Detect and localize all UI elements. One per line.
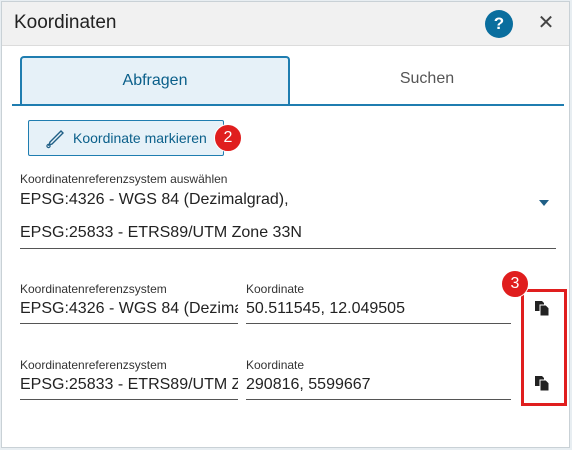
help-icon[interactable]: ? [485, 10, 513, 38]
close-icon[interactable]: ✕ [534, 11, 558, 35]
crs-select-label: Koordinatenreferenzsystem auswählen [20, 172, 228, 186]
row1-coord-label: Koordinate [246, 282, 305, 296]
crs-select[interactable]: EPSG:4326 - WGS 84 (Dezimalgrad), EPSG:2… [20, 187, 556, 249]
tab-bar: Abfragen Suchen [12, 56, 564, 106]
dialog-title: Koordinaten [14, 12, 117, 33]
row2-coord-field[interactable]: 290816, 5599667 [246, 374, 511, 400]
copy-buttons-highlight [521, 289, 567, 406]
tab-abfragen[interactable]: Abfragen [20, 56, 290, 104]
mark-coordinate-button[interactable]: Koordinate markieren [28, 120, 224, 156]
row1-coord-field[interactable]: 50.511545, 12.049505 [246, 298, 511, 324]
dropdown-arrow-icon[interactable] [539, 200, 549, 206]
crs-select-value-2: EPSG:25833 - ETRS89/UTM Zone 33N [20, 224, 302, 241]
pencil-icon [46, 130, 64, 149]
row2-coord-label: Koordinate [246, 358, 305, 372]
mark-coordinate-label: Koordinate markieren [73, 130, 207, 146]
row2-crs-field[interactable]: EPSG:25833 - ETRS89/UTM Zone 33N [20, 374, 238, 400]
row2-crs-label: Koordinatenreferenzsystem [20, 358, 167, 372]
row1-crs-field[interactable]: EPSG:4326 - WGS 84 (Dezimalgrad) [20, 298, 238, 324]
tab-suchen[interactable]: Suchen [292, 56, 562, 104]
coordinates-dialog: Koordinaten ? ✕ Abfragen Suchen Koordina… [1, 1, 570, 448]
step-badge-3: 3 [501, 270, 529, 298]
dialog-titlebar: Koordinaten ? ✕ [2, 2, 569, 46]
crs-select-value-1: EPSG:4326 - WGS 84 (Dezimalgrad), [20, 191, 289, 208]
step-badge-2: 2 [214, 124, 242, 152]
row1-crs-label: Koordinatenreferenzsystem [20, 282, 167, 296]
